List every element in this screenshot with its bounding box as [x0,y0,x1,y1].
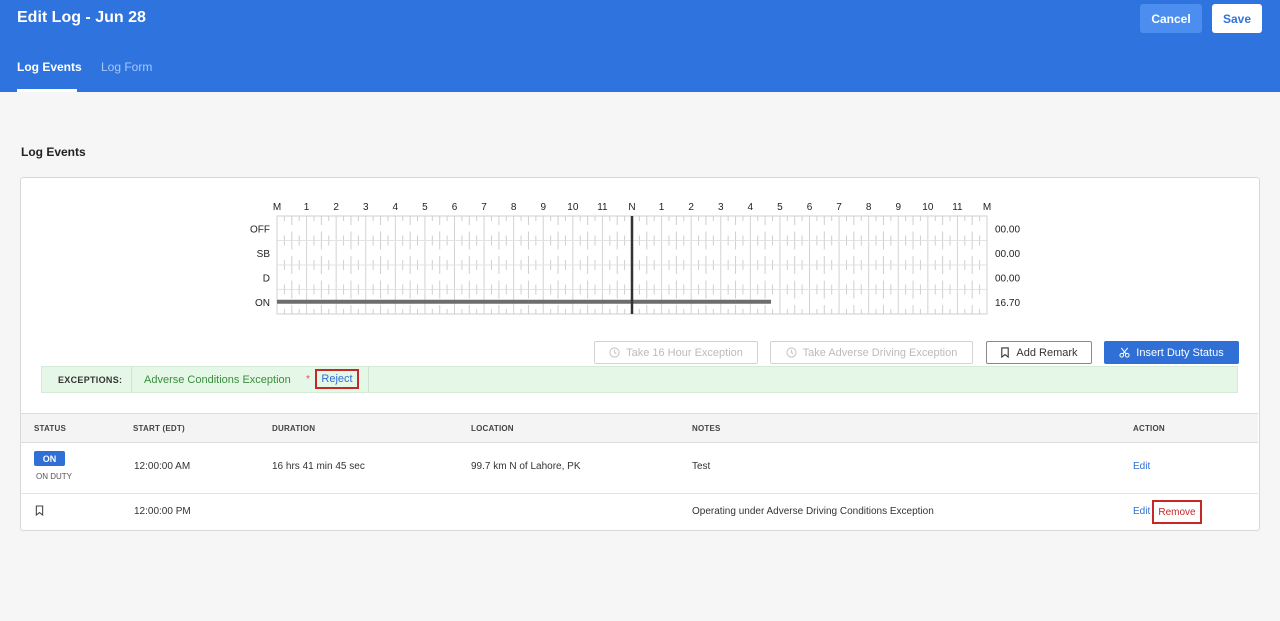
take-16-hour-exception-button[interactable]: Take 16 Hour Exception [594,341,758,364]
hour-label: 10 [922,202,934,213]
hour-label: 8 [511,202,517,213]
row-total: 00.00 [995,224,1020,235]
row-total: 00.00 [995,273,1020,284]
hour-label: 9 [895,202,901,213]
hour-label: 11 [597,202,608,213]
location: 99.7 km N of Lahore, PK [471,461,581,472]
row-label: ON [255,298,270,309]
hour-label: 3 [363,202,369,213]
row-label: SB [257,249,271,260]
divider [368,367,369,392]
remove-link[interactable]: Remove [1152,500,1202,524]
bookmark-icon [35,505,44,516]
scissors-icon [1119,347,1130,358]
header-duration: DURATION [272,424,316,433]
row-divider [21,493,1258,494]
take-adverse-exception-button[interactable]: Take Adverse Driving Exception [770,341,973,364]
edit-link[interactable]: Edit [1133,461,1150,472]
insert-duty-status-label: Insert Duty Status [1136,346,1224,359]
hour-label: M [983,202,991,213]
hour-label: 2 [688,202,694,213]
divider [131,367,132,392]
hour-label: 6 [452,202,458,213]
hour-label: 3 [718,202,724,213]
notes: Test [692,461,711,472]
hour-label: 6 [807,202,813,213]
header-notes: NOTES [692,424,721,433]
hour-label: 5 [422,202,428,213]
exceptions-bar: EXCEPTIONS: Adverse Conditions Exception… [41,366,1238,393]
take-adverse-label: Take Adverse Driving Exception [802,346,958,359]
add-remark-button[interactable]: Add Remark [986,341,1092,364]
header-location: LOCATION [471,424,514,433]
exception-marker: * [306,374,310,385]
hour-label: 7 [481,202,487,213]
insert-duty-status-button[interactable]: Insert Duty Status [1104,341,1239,364]
hour-label: 7 [836,202,842,213]
table-header: STATUS START (EDT) DURATION LOCATION NOT… [21,413,1258,443]
duration: 16 hrs 41 min 45 sec [272,461,365,472]
hour-label: 1 [304,202,310,213]
hour-label: 10 [567,202,579,213]
exceptions-label: EXCEPTIONS: [58,375,123,385]
take-16-hour-label: Take 16 Hour Exception [626,346,743,359]
bookmark-icon [1001,347,1010,358]
hour-label: 9 [540,202,546,213]
hour-label: N [628,202,635,213]
status-subtext: ON DUTY [36,472,72,481]
notes: Operating under Adverse Driving Conditio… [692,506,934,517]
hour-label: 11 [952,202,963,213]
hour-label: 8 [866,202,872,213]
reject-exception-link[interactable]: Reject [315,369,359,389]
hour-label: 4 [393,202,399,213]
hour-label: 4 [748,202,754,213]
hour-label: M [273,202,281,213]
row-label: OFF [250,224,270,235]
header-status: STATUS [34,424,67,433]
start-time: 12:00:00 AM [134,461,191,472]
edit-link[interactable]: Edit [1133,506,1150,517]
status-badge: ON [34,451,65,466]
clock-icon [609,347,620,358]
clock-icon [786,347,797,358]
hour-label: 5 [777,202,783,213]
hour-label: 2 [333,202,339,213]
header-action: ACTION [1133,424,1165,433]
exception-name: Adverse Conditions Exception [144,374,291,386]
start-time: 12:00:00 PM [134,506,191,517]
header-start: START (EDT) [133,424,185,433]
hour-label: 1 [659,202,665,213]
row-label: D [263,273,270,284]
row-total: 00.00 [995,249,1020,260]
duty-status-grid: M 1 2 3 4 5 6 7 8 9 10 11 N 1 2 3 4 5 6 7 8 9 10 11 MOFF 00.00SB 0… [250,202,1020,315]
row-total: 16.70 [995,298,1020,309]
add-remark-label: Add Remark [1016,346,1078,359]
